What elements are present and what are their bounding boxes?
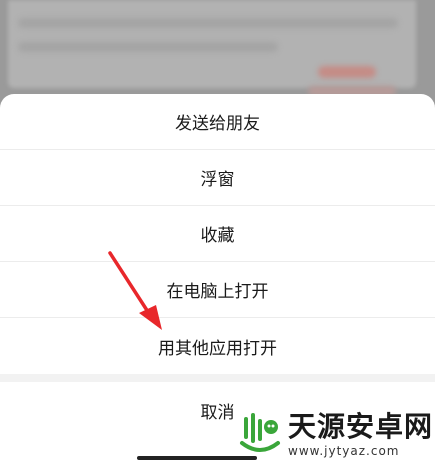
android-logo-icon <box>240 413 280 452</box>
favorite-option[interactable]: 收藏 <box>0 206 435 262</box>
send-to-friend-option[interactable]: 发送给朋友 <box>0 94 435 150</box>
open-on-computer-option[interactable]: 在电脑上打开 <box>0 262 435 318</box>
blurred-text-line <box>18 18 398 28</box>
open-with-other-app-option[interactable]: 用其他应用打开 <box>0 318 435 374</box>
sheet-divider <box>0 374 435 382</box>
screen: 发送给朋友 浮窗 收藏 在电脑上打开 用其他应用打开 取消 天源安卓网 www.… <box>0 0 435 462</box>
action-sheet: 发送给朋友 浮窗 收藏 在电脑上打开 用其他应用打开 取消 <box>0 94 435 462</box>
watermark: 天源安卓网 www.jytyaz.com <box>238 410 433 460</box>
blurred-text-line <box>18 42 278 52</box>
floating-window-option[interactable]: 浮窗 <box>0 150 435 206</box>
watermark-url: www.jytyaz.com <box>288 444 400 458</box>
watermark-name: 天源安卓网 <box>288 410 434 443</box>
blurred-accent <box>318 66 376 78</box>
